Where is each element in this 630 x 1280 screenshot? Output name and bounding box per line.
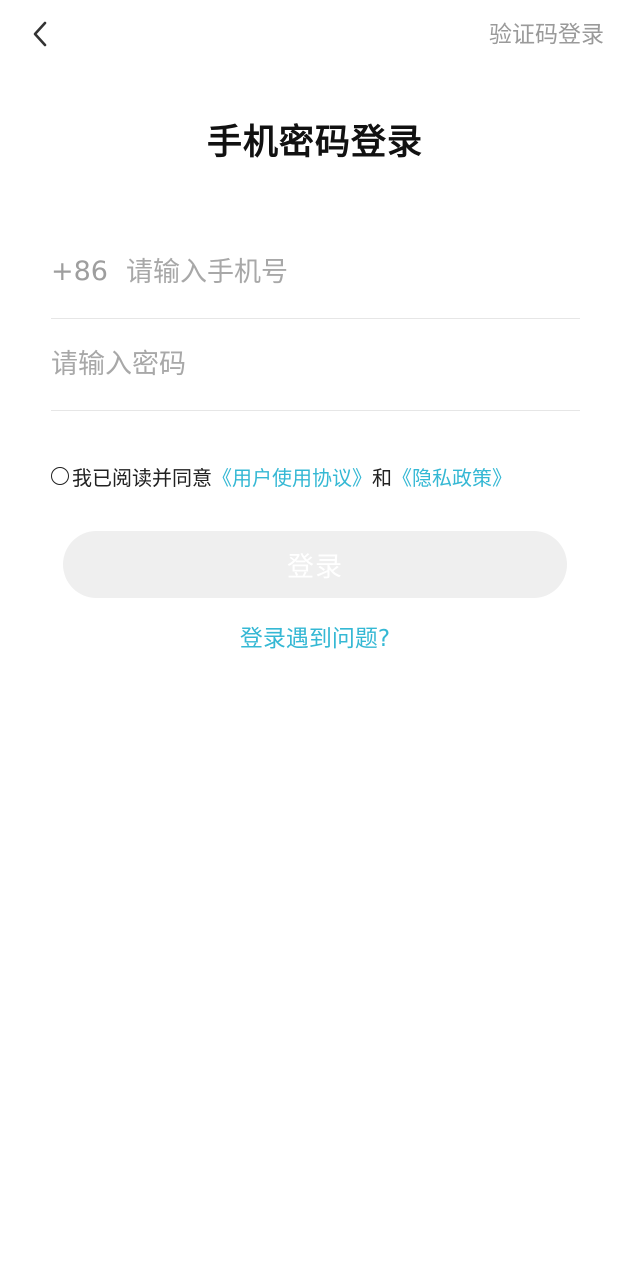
top-bar: 验证码登录 bbox=[0, 0, 630, 72]
country-code[interactable]: +86 bbox=[51, 252, 108, 292]
login-button[interactable]: 登录 bbox=[63, 531, 567, 598]
back-button[interactable] bbox=[22, 16, 58, 52]
chevron-left-icon bbox=[33, 21, 47, 47]
user-agreement-link[interactable]: 《用户使用协议》 bbox=[212, 462, 372, 491]
password-field bbox=[51, 318, 580, 411]
agreement-row: 我已阅读并同意 《用户使用协议》 和 《隐私政策》 bbox=[51, 460, 512, 492]
agreement-prefix: 我已阅读并同意 bbox=[72, 465, 212, 490]
phone-input[interactable] bbox=[125, 252, 580, 292]
privacy-policy-link[interactable]: 《隐私政策》 bbox=[392, 462, 512, 491]
phone-field: +86 bbox=[51, 226, 580, 319]
sms-code-login-link[interactable]: 验证码登录 bbox=[489, 20, 604, 50]
password-input[interactable] bbox=[51, 344, 580, 384]
agreement-checkbox[interactable] bbox=[51, 467, 69, 485]
login-help-link[interactable]: 登录遇到问题? bbox=[0, 622, 630, 656]
page-title: 手机密码登录 bbox=[206, 123, 423, 163]
agreement-conjunction: 和 bbox=[372, 465, 392, 490]
